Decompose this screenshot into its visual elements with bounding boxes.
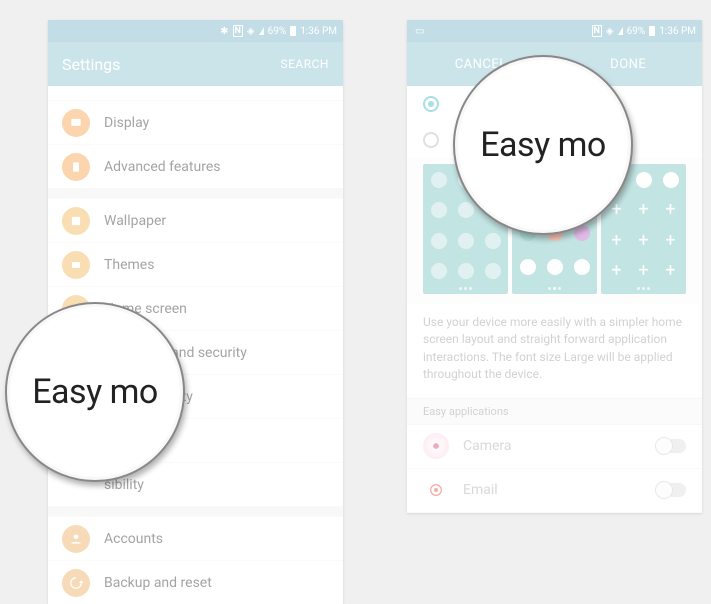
easy-apps-header: Easy applications xyxy=(407,398,702,425)
battery-percent: 69% xyxy=(627,26,646,37)
list-divider xyxy=(48,188,343,198)
status-time: 1:36 PM xyxy=(300,26,337,37)
toggle-camera[interactable] xyxy=(656,439,686,453)
display-icon xyxy=(62,109,90,137)
wallpaper-icon xyxy=(62,207,90,235)
backup-icon xyxy=(62,569,90,597)
radio-icon xyxy=(423,132,439,148)
list-divider xyxy=(48,506,343,516)
battery-icon xyxy=(290,26,296,36)
easy-app-email[interactable]: Email xyxy=(407,469,702,513)
nfc-icon: N xyxy=(233,25,243,37)
easy-app-camera[interactable]: Camera xyxy=(407,425,702,469)
settings-item-display[interactable]: Display xyxy=(48,100,343,144)
zoom-callout-right: Easy mo xyxy=(453,55,633,235)
signal-icon xyxy=(618,27,623,35)
settings-item-label: Accounts xyxy=(104,531,163,547)
search-button[interactable]: SEARCH xyxy=(280,57,329,71)
advanced-icon xyxy=(62,153,90,181)
app-name: Camera xyxy=(463,438,656,454)
bluetooth-icon: ✱ xyxy=(220,26,228,37)
app-name: Email xyxy=(463,482,656,498)
radio-icon xyxy=(423,96,439,112)
status-bar: ✱ N ◈ 69% 1:36 PM xyxy=(48,20,343,42)
settings-header: Settings SEARCH xyxy=(48,42,343,86)
zoom-callout-left: Easy mo xyxy=(5,302,185,482)
settings-item-label: Display xyxy=(104,115,149,131)
themes-icon xyxy=(62,251,90,279)
toggle-email[interactable] xyxy=(656,483,686,497)
settings-item-label: Backup and reset xyxy=(104,575,212,591)
email-icon xyxy=(423,477,449,503)
zoom-text: Easy mo xyxy=(480,125,606,165)
wifi-icon: ◈ xyxy=(247,26,255,37)
settings-item-label: Wallpaper xyxy=(104,213,166,229)
signal-icon xyxy=(259,27,264,35)
page-title: Settings xyxy=(62,55,280,74)
accounts-icon xyxy=(62,525,90,553)
settings-item-advanced[interactable]: Advanced features xyxy=(48,144,343,188)
nfc-icon: N xyxy=(592,25,602,37)
settings-item-wallpaper[interactable]: Wallpaper xyxy=(48,198,343,242)
camera-icon xyxy=(423,433,449,459)
settings-item-themes[interactable]: Themes xyxy=(48,242,343,286)
status-time: 1:36 PM xyxy=(659,26,696,37)
status-bar: ▭ N ◈ 69% 1:36 PM xyxy=(407,20,702,42)
mode-description: Use your device more easily with a simpl… xyxy=(407,304,702,398)
screenshot-icon: ▭ xyxy=(415,26,424,37)
wifi-icon: ◈ xyxy=(606,26,614,37)
battery-percent: 69% xyxy=(268,26,287,37)
zoom-text: Easy mo xyxy=(32,372,158,412)
settings-item-accounts[interactable]: Accounts xyxy=(48,516,343,560)
settings-item-label: Advanced features xyxy=(104,159,220,175)
settings-item-backup[interactable]: Backup and reset xyxy=(48,560,343,604)
battery-icon xyxy=(649,26,655,36)
settings-item-label: Themes xyxy=(104,257,154,273)
